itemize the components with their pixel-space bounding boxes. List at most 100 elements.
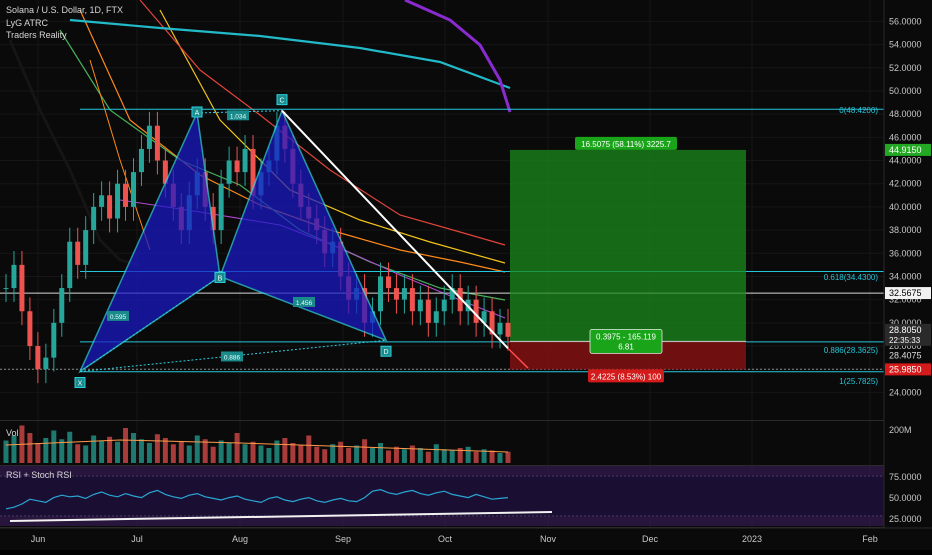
- volume-bar: [194, 435, 200, 463]
- volume-bar: [242, 444, 248, 463]
- price-tag-line: 32.5675: [889, 288, 922, 298]
- rsi-tick-25: 25.0000: [889, 514, 922, 524]
- candle-body: [473, 299, 479, 323]
- candle-body: [11, 264, 17, 289]
- price-tick-label: 56.0000: [889, 16, 922, 26]
- volume-bar: [449, 450, 455, 463]
- candle-body: [226, 160, 232, 184]
- candle-body: [417, 299, 423, 312]
- volume-bar: [210, 446, 216, 463]
- volume-bar: [51, 430, 57, 463]
- volume-bar: [258, 445, 264, 463]
- volume-bar: [425, 451, 431, 463]
- price-tick-label: 34.0000: [889, 271, 922, 281]
- time-tick-label: 2023: [742, 534, 762, 544]
- fib-label-1: 1(25.7825): [839, 377, 878, 386]
- candle-body: [497, 322, 503, 335]
- candle-body: [146, 125, 152, 149]
- ratio-xab: 0.595: [110, 314, 127, 321]
- volume-bar: [306, 435, 312, 463]
- volume-bar: [489, 450, 495, 463]
- volume-bar: [99, 440, 105, 463]
- stop-label: 2.4225 (8.53%) 100: [591, 372, 662, 381]
- candle-body: [401, 288, 407, 300]
- chart-window: 16.5075 (58.11%) 3225.7 0.3975 - 165.119 6…: [0, 0, 932, 550]
- volume-bar: [130, 433, 136, 463]
- price-tick-label: 24.0000: [889, 387, 922, 397]
- volume-bar: [75, 444, 81, 463]
- time-tick-label: Nov: [540, 534, 557, 544]
- volume-bar: [362, 439, 368, 463]
- rsi-label[interactable]: RSI + Stoch RSI: [6, 469, 72, 481]
- price-tick-label: 38.0000: [889, 225, 922, 235]
- volume-bar: [218, 440, 224, 463]
- time-tick-label: Dec: [642, 534, 659, 544]
- candle-body: [83, 230, 89, 265]
- volume-bar: [338, 441, 344, 463]
- indicator-traders-reality[interactable]: Traders Reality: [6, 29, 67, 41]
- pattern-point-b: B: [218, 275, 223, 282]
- profit-zone: [510, 149, 746, 342]
- candle-body: [130, 172, 136, 207]
- price-tick-label: 52.0000: [889, 63, 922, 73]
- price-tag-target: 44.9150: [889, 145, 922, 155]
- price-tick-label: 46.0000: [889, 132, 922, 142]
- symbol-title[interactable]: Solana / U.S. Dollar, 1D, FTX: [6, 4, 123, 16]
- price-tag-current: 28.8050: [889, 325, 922, 335]
- candle-body: [27, 311, 33, 347]
- candle-body: [409, 288, 415, 312]
- volume-bar: [35, 443, 41, 463]
- candle-body: [441, 299, 447, 312]
- price-tag-entry: 28.4075: [889, 350, 922, 360]
- candle-body: [115, 183, 121, 219]
- candle-body: [35, 346, 41, 370]
- volume-bar: [226, 443, 232, 463]
- candle-body: [51, 322, 57, 358]
- rsi-tick-75: 75.0000: [889, 472, 922, 482]
- fib-label-0: 0(48.4200): [839, 106, 878, 115]
- price-tag-stop: 25.9850: [889, 364, 922, 374]
- candle-body: [67, 241, 73, 289]
- volume-bar: [250, 441, 256, 463]
- volume-bar: [314, 446, 320, 463]
- volume-bar: [146, 443, 152, 463]
- ratio-bcd: 1.456: [296, 300, 313, 307]
- candle-body: [385, 276, 391, 289]
- volume-bar: [505, 451, 511, 463]
- volume-bar: [266, 448, 272, 463]
- volume-bar: [43, 438, 49, 463]
- entry-label-2: 6.81: [618, 342, 634, 351]
- volume-bar: [322, 449, 328, 463]
- time-tick-label: Aug: [232, 534, 248, 544]
- candle-body: [123, 183, 129, 207]
- volume-bar: [290, 443, 296, 463]
- volume-bar: [497, 453, 503, 463]
- candle-body: [91, 206, 97, 231]
- volume-bar: [27, 433, 33, 463]
- candle-body: [138, 148, 144, 173]
- volume-bar: [123, 428, 129, 463]
- candle-body: [425, 299, 431, 323]
- volume-bar: [67, 431, 73, 463]
- candle-body: [43, 357, 49, 370]
- candle-body: [154, 125, 160, 161]
- pattern-point-c: C: [279, 98, 284, 105]
- price-tick-label: 40.0000: [889, 202, 922, 212]
- volume-bar: [170, 444, 176, 463]
- pattern-point-d: D: [383, 349, 388, 356]
- volume-bar: [11, 435, 17, 463]
- price-tick-label: 48.0000: [889, 109, 922, 119]
- volume-bar: [409, 445, 415, 463]
- price-tick-label: 44.0000: [889, 156, 922, 166]
- volume-axis-label: 200M: [889, 425, 912, 435]
- ratio-ac: 1.034: [230, 113, 247, 120]
- long-position-tool[interactable]: 16.5075 (58.11%) 3225.7 0.3975 - 165.1196…: [510, 136, 746, 383]
- volume-bar: [3, 440, 9, 463]
- candle-body: [3, 288, 9, 290]
- volume-label[interactable]: Vol: [6, 427, 19, 439]
- indicator-atrc[interactable]: LyG ATRC: [6, 17, 48, 29]
- chart-canvas[interactable]: 16.5075 (58.11%) 3225.7 0.3975 - 165.1196…: [0, 0, 932, 550]
- volume-bar: [138, 439, 144, 463]
- price-tick-label: 36.0000: [889, 248, 922, 258]
- volume-bar: [370, 448, 376, 463]
